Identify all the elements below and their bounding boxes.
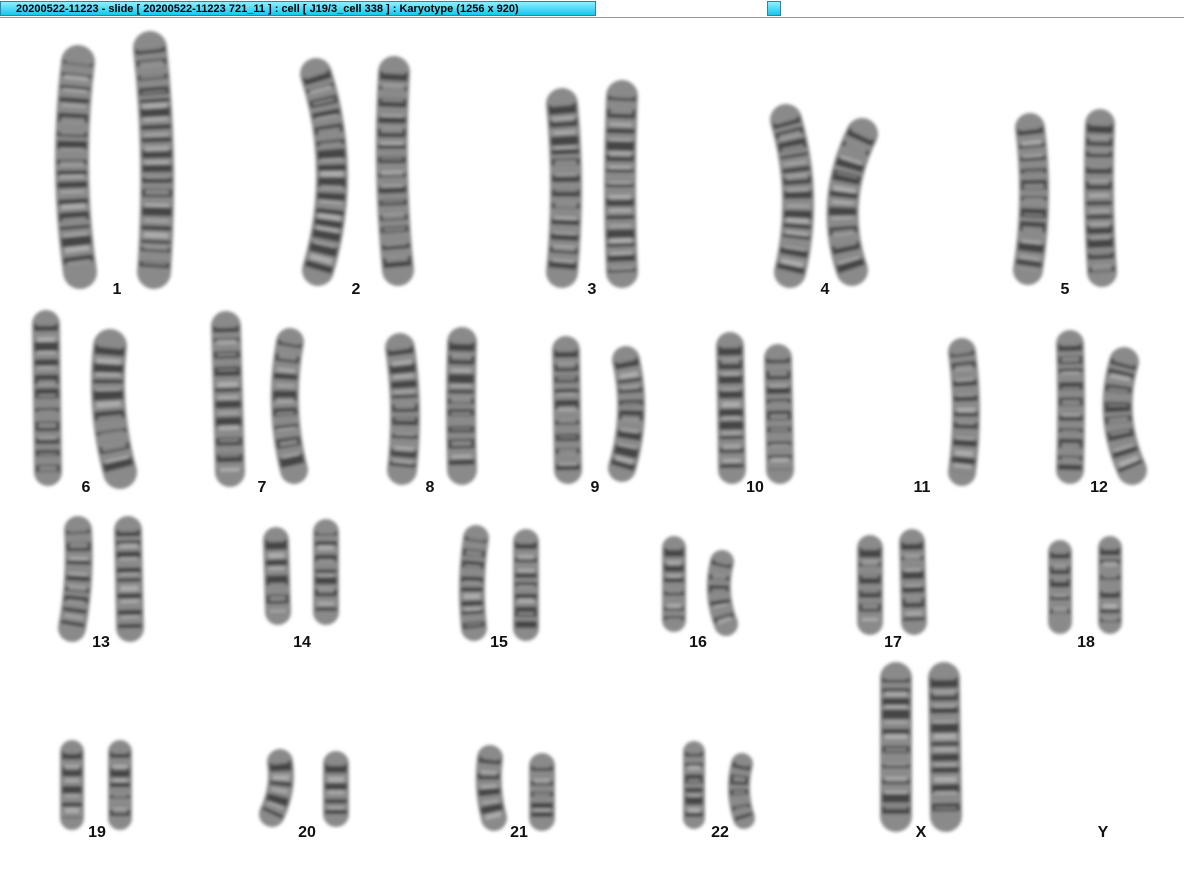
title-bar: 20200522-11223 - slide [ 20200522-11223 … bbox=[0, 0, 1184, 18]
chromosome-label-19: 19 bbox=[88, 824, 106, 841]
chromosome-label-21: 21 bbox=[510, 824, 528, 841]
chromosome-label-22: 22 bbox=[711, 824, 729, 841]
chromosome-label-11: 11 bbox=[913, 479, 931, 496]
chromosome-label-1: 1 bbox=[112, 281, 122, 298]
chromosome-label-18: 18 bbox=[1077, 634, 1095, 651]
chromosome-label-15: 15 bbox=[490, 634, 508, 651]
chromosome-label-10: 10 bbox=[746, 479, 764, 496]
chromosome-label-14: 14 bbox=[293, 634, 311, 651]
chromosome-label-20: 20 bbox=[298, 824, 316, 841]
chromosome-label-17: 17 bbox=[884, 634, 902, 651]
title-bar-scroll-handle[interactable] bbox=[767, 1, 781, 16]
chromosome-label-2: 2 bbox=[351, 281, 361, 298]
chromosome-label-16: 16 bbox=[689, 634, 707, 651]
chromosome-label-6: 6 bbox=[81, 479, 91, 496]
chromosome-label-y: Y bbox=[1097, 824, 1109, 841]
window-title-tab[interactable]: 20200522-11223 - slide [ 20200522-11223 … bbox=[0, 1, 596, 16]
chromosome-label-x: X bbox=[915, 824, 927, 841]
window-title: 20200522-11223 - slide [ 20200522-11223 … bbox=[16, 3, 519, 15]
chromosome-label-12: 12 bbox=[1090, 479, 1108, 496]
chromosome-label-8: 8 bbox=[425, 479, 435, 496]
chromosome-label-4: 4 bbox=[820, 281, 830, 298]
chromosome-label-5: 5 bbox=[1060, 281, 1070, 298]
chromosome-label-9: 9 bbox=[590, 479, 600, 496]
chromosome-label-7: 7 bbox=[257, 479, 267, 496]
chromosome-image bbox=[32, 31, 1147, 832]
chromosome-label-3: 3 bbox=[587, 281, 597, 298]
karyotype-canvas: 1 2 3 4 5 6 7 8 9 10 11 12 13 14 15 16 1… bbox=[0, 18, 1184, 881]
chromosome-label-13: 13 bbox=[92, 634, 110, 651]
